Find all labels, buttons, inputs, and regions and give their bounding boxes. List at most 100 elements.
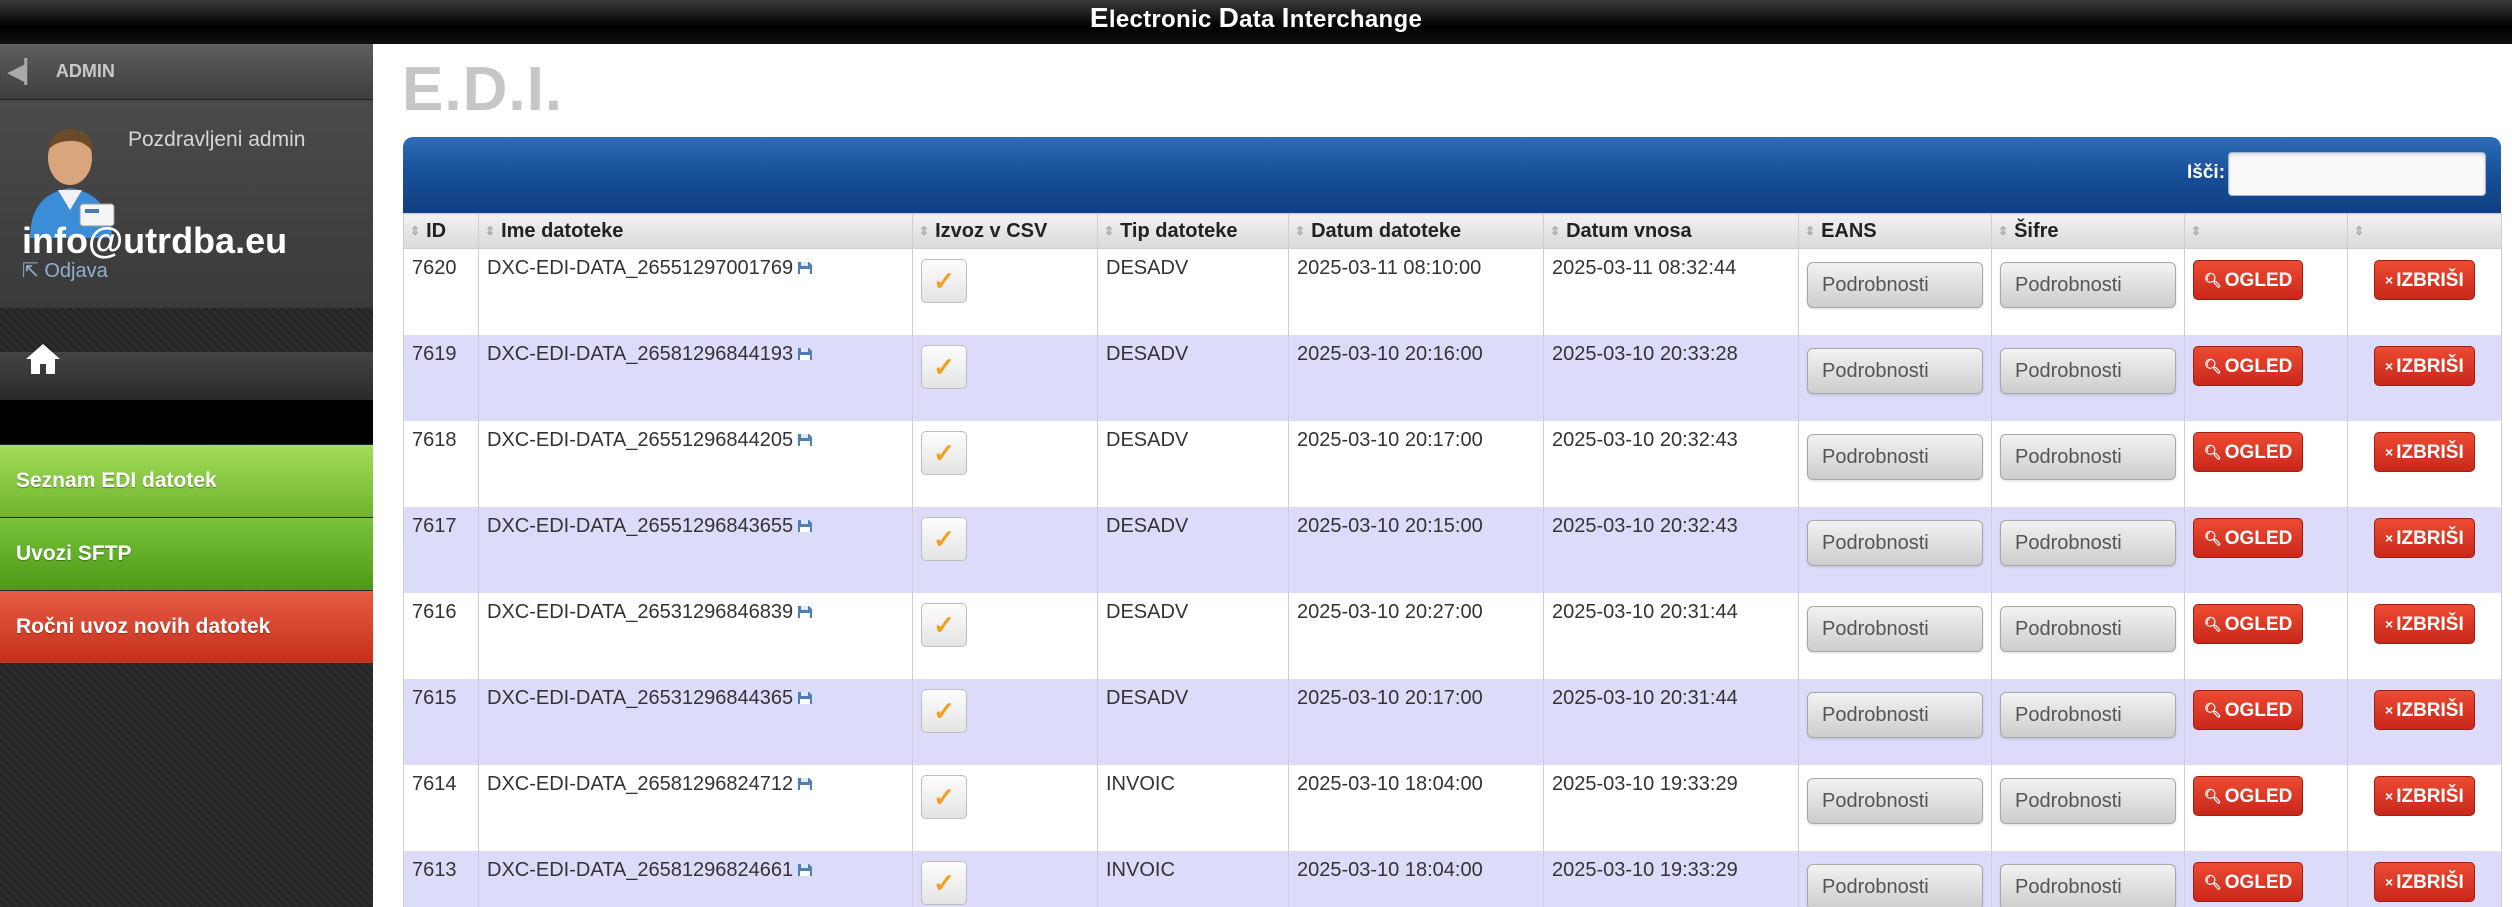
column-header-label: Izvoz v CSV	[935, 219, 1048, 242]
delete-button[interactable]: × IZBRIŠI	[2374, 775, 2475, 816]
delete-button[interactable]: × IZBRIŠI	[2374, 603, 2475, 644]
codes-details-button[interactable]: Podrobnosti	[2000, 433, 2176, 480]
codes-details-button[interactable]: Podrobnosti	[2000, 347, 2176, 394]
cell-file-name: DXC-EDI-DATA_26531296844365	[478, 678, 913, 765]
delete-button[interactable]: × IZBRIŠI	[2374, 260, 2475, 300]
column-header-eans[interactable]: ⇕ EANS	[1798, 213, 1992, 249]
view-button-label: OGLED	[2224, 613, 2293, 635]
home-icon[interactable]	[24, 342, 62, 376]
eans-details-button[interactable]: Podrobnosti	[1807, 519, 1983, 566]
column-header-file-date[interactable]: ⇕ Datum datoteke	[1288, 213, 1544, 249]
file-name-text: DXC-EDI-DATA_26581296824712	[487, 772, 794, 795]
save-icon[interactable]	[797, 261, 813, 275]
view-button-label: OGLED	[2224, 270, 2293, 291]
save-icon[interactable]	[797, 519, 813, 533]
eans-details-button[interactable]: Podrobnosti	[1807, 691, 1983, 738]
column-header-file-type[interactable]: ⇕ Tip datoteke	[1097, 213, 1289, 249]
delete-button[interactable]: × IZBRIŠI	[2374, 517, 2475, 558]
cell-entry-date: 2025-03-10 20:31:44	[1543, 678, 1799, 765]
codes-details-button[interactable]: Podrobnosti	[2000, 691, 2176, 738]
column-header-label: Šifre	[2014, 219, 2059, 242]
save-icon[interactable]	[797, 691, 813, 705]
column-header-view[interactable]: ⇕	[2184, 213, 2348, 249]
view-button[interactable]: 🔍︎ OGLED	[2193, 517, 2304, 558]
view-button[interactable]: 🔍︎ OGLED	[2193, 861, 2304, 902]
view-button-label: OGLED	[2224, 355, 2293, 377]
table-row: 7613 DXC-EDI-DATA_26581296824661 ✓ INVOIC 20…	[403, 850, 2502, 907]
column-header-csv-export[interactable]: ⇕ Izvoz v CSV	[912, 213, 1098, 249]
nav-import-sftp[interactable]: Uvozi SFTP	[0, 518, 373, 590]
cell-entry-date: 2025-03-10 19:33:29	[1543, 764, 1799, 851]
view-button[interactable]: 🔍︎ OGLED	[2193, 775, 2304, 816]
eans-details-button[interactable]: Podrobnosti	[1807, 262, 1983, 308]
sort-icon: ⇕	[485, 223, 496, 238]
search-input[interactable]	[2228, 152, 2486, 196]
cell-delete: × IZBRIŠI	[2347, 592, 2502, 679]
save-icon[interactable]	[797, 433, 813, 447]
save-icon[interactable]	[797, 863, 813, 877]
magnifier-icon: 🔍︎	[2204, 615, 2222, 632]
cell-eans: Podrobnosti	[1798, 420, 1992, 507]
cell-id: 7619	[403, 334, 479, 421]
delete-button[interactable]: × IZBRIŠI	[2374, 861, 2475, 902]
sort-icon: ⇕	[1295, 223, 1306, 238]
table-row: 7620 DXC-EDI-DATA_26551297001769 ✓ DESADV 20…	[403, 248, 2502, 335]
codes-details-button[interactable]: Podrobnosti	[2000, 777, 2176, 824]
file-name-text: DXC-EDI-DATA_26551296844205	[487, 428, 794, 451]
cell-eans: Podrobnosti	[1798, 506, 1992, 593]
csv-export-checkbox[interactable]: ✓	[921, 516, 967, 561]
file-name-text: DXC-EDI-DATA_26581296824661	[487, 858, 794, 881]
column-header-delete[interactable]: ⇕	[2347, 213, 2502, 249]
delete-button[interactable]: × IZBRIŠI	[2374, 345, 2475, 386]
column-header-entry-date[interactable]: ⇕ Datum vnosa	[1543, 213, 1799, 249]
codes-details-button[interactable]: Podrobnosti	[2000, 605, 2176, 652]
table-row: 7617 DXC-EDI-DATA_26551296843655 ✓ DESADV 20…	[403, 506, 2502, 593]
eans-details-button[interactable]: Podrobnosti	[1807, 347, 1983, 394]
eans-details-button[interactable]: Podrobnosti	[1807, 605, 1983, 652]
collapse-arrow-icon: ◀▏	[8, 58, 42, 84]
cell-codes: Podrobnosti	[1991, 334, 2185, 421]
nav-manual-import[interactable]: Ročni uvoz novih datotek	[0, 591, 373, 663]
cell-csv-export: ✓	[912, 248, 1098, 335]
save-icon[interactable]	[797, 347, 813, 361]
user-profile: Pozdravljeni admin info@utrdba.eu ⇱ Odja…	[0, 100, 373, 308]
csv-export-checkbox[interactable]: ✓	[921, 688, 967, 733]
cell-file-name: DXC-EDI-DATA_26581296824712	[478, 764, 913, 851]
csv-export-checkbox[interactable]: ✓	[921, 344, 967, 389]
column-header-label: Datum vnosa	[1566, 219, 1692, 242]
sidebar-collapse-toggle[interactable]: ◀▏ ADMIN	[0, 44, 373, 100]
nav-edi-files[interactable]: Seznam EDI datotek	[0, 445, 373, 517]
codes-details-button[interactable]: Podrobnosti	[2000, 262, 2176, 308]
csv-export-checkbox[interactable]: ✓	[921, 860, 967, 905]
cell-id: 7615	[403, 678, 479, 765]
csv-export-checkbox[interactable]: ✓	[921, 259, 967, 303]
csv-export-checkbox[interactable]: ✓	[921, 430, 967, 475]
cell-eans: Podrobnosti	[1798, 850, 1992, 907]
eans-details-button[interactable]: Podrobnosti	[1807, 863, 1983, 907]
view-button[interactable]: 🔍︎ OGLED	[2193, 431, 2304, 472]
column-header-id[interactable]: ⇕ ID	[403, 213, 479, 249]
column-header-codes[interactable]: ⇕ Šifre	[1991, 213, 2185, 249]
delete-button[interactable]: × IZBRIŠI	[2374, 431, 2475, 472]
delete-button[interactable]: × IZBRIŠI	[2374, 689, 2475, 730]
eans-details-button[interactable]: Podrobnosti	[1807, 777, 1983, 824]
view-button[interactable]: 🔍︎ OGLED	[2193, 603, 2304, 644]
close-icon: ×	[2385, 272, 2394, 288]
close-icon: ×	[2385, 529, 2394, 546]
view-button[interactable]: 🔍︎ OGLED	[2193, 345, 2304, 386]
view-button[interactable]: 🔍︎ OGLED	[2193, 260, 2304, 300]
view-button-label: OGLED	[2224, 785, 2293, 807]
eans-details-button[interactable]: Podrobnosti	[1807, 433, 1983, 480]
save-icon[interactable]	[797, 777, 813, 791]
sort-icon: ⇕	[1104, 223, 1115, 238]
codes-details-button[interactable]: Podrobnosti	[2000, 519, 2176, 566]
codes-details-button[interactable]: Podrobnosti	[2000, 863, 2176, 907]
file-name-text: DXC-EDI-DATA_26551296843655	[487, 514, 794, 537]
logout-link[interactable]: ⇱ Odjava	[22, 258, 108, 283]
csv-export-checkbox[interactable]: ✓	[921, 602, 967, 647]
view-button[interactable]: 🔍︎ OGLED	[2193, 689, 2304, 730]
save-icon[interactable]	[797, 605, 813, 619]
magnifier-icon: 🔍︎	[2204, 443, 2222, 460]
csv-export-checkbox[interactable]: ✓	[921, 774, 967, 819]
column-header-file-name[interactable]: ⇕ Ime datoteke	[478, 213, 913, 249]
